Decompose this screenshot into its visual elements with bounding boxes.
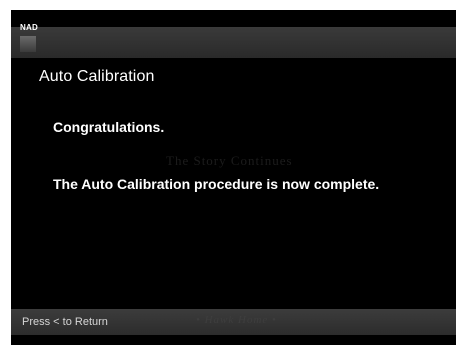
completion-text: The Auto Calibration procedure is now co… [53,176,380,192]
brand-logo: NAD [20,23,38,32]
tv-screen: NAD Auto Calibration Congratulations. Th… [11,10,456,345]
logo-underline [20,36,36,52]
watermark-bottom: • Hawk Home • [196,314,277,326]
header-bar [11,27,456,58]
return-hint[interactable]: Press < to Return [22,316,108,328]
watermark-top: The Story Continues [166,153,293,168]
congratulations-text: Congratulations. [53,119,165,135]
page-title: Auto Calibration [39,68,155,85]
